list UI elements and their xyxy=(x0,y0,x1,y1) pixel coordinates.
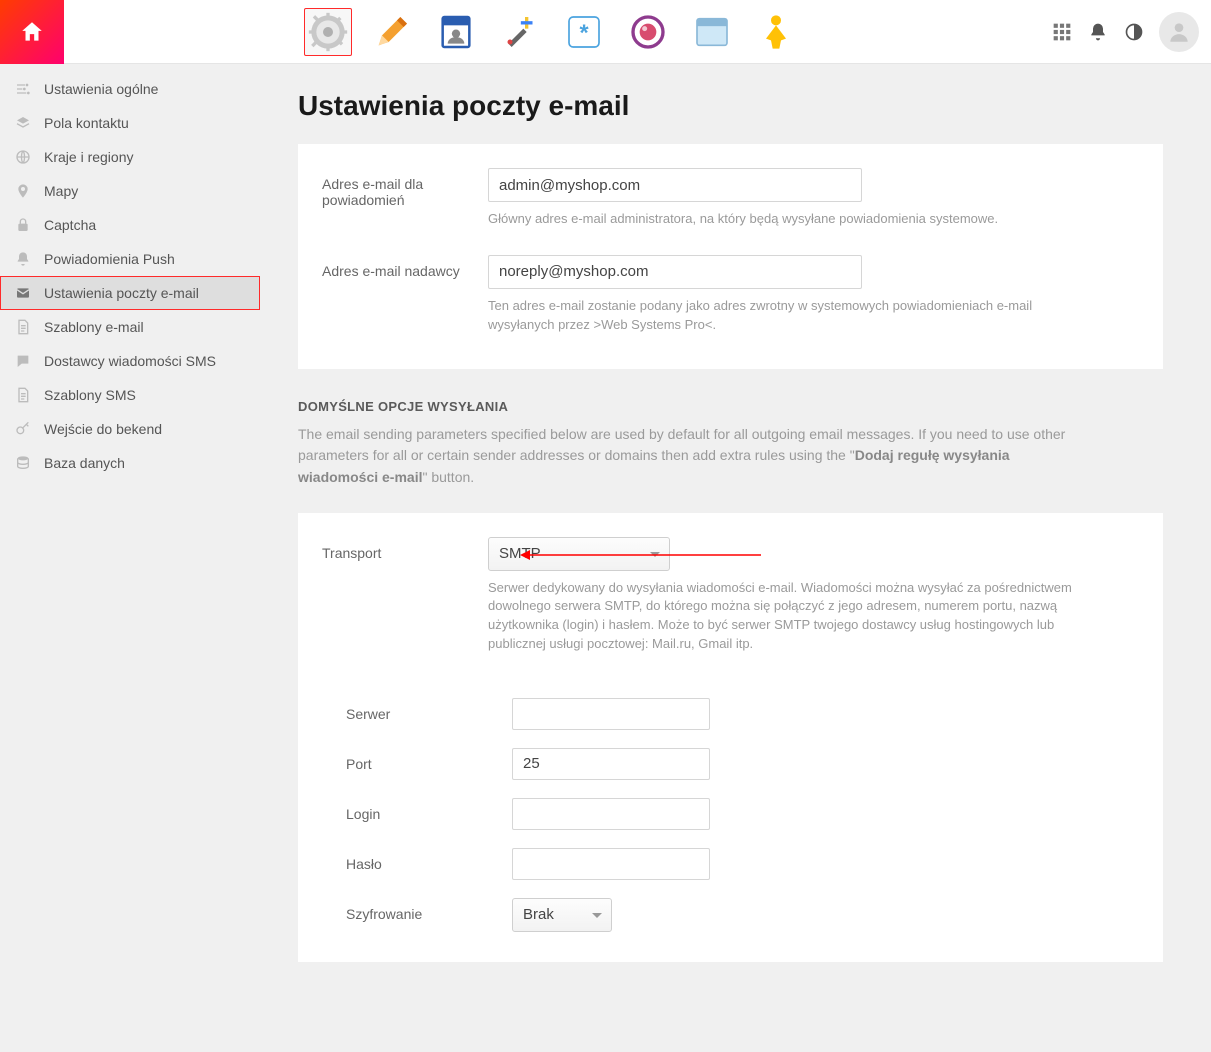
bell-icon xyxy=(14,250,32,268)
app-window-icon[interactable] xyxy=(688,8,736,56)
sidebar-item-sms-templates[interactable]: Szablony SMS xyxy=(0,378,260,412)
sender-email-input[interactable] xyxy=(488,255,862,289)
smtp-login-label: Login xyxy=(346,798,512,822)
home-icon xyxy=(19,19,45,45)
annotation-arrow-icon xyxy=(516,547,766,567)
app-star-icon[interactable]: * xyxy=(560,8,608,56)
sidebar: Ustawienia ogólne Pola kontaktu Kraje i … xyxy=(0,64,260,1052)
addresses-panel: Adres e-mail dla powiadomień Główny adre… xyxy=(298,144,1163,369)
smtp-login-input[interactable] xyxy=(512,798,710,830)
top-app-icons: * xyxy=(304,8,800,56)
sidebar-item-label: Dostawcy wiadomości SMS xyxy=(44,353,246,369)
sidebar-item-push[interactable]: Powiadomienia Push xyxy=(0,242,260,276)
notify-email-label: Adres e-mail dla powiadomień xyxy=(322,168,488,208)
sending-section-head: DOMYŚLNE OPCJE WYSYŁANIA xyxy=(298,399,1163,414)
sidebar-item-sms-providers[interactable]: Dostawcy wiadomości SMS xyxy=(0,344,260,378)
svg-text:*: * xyxy=(579,19,589,45)
app-tools-icon[interactable] xyxy=(496,8,544,56)
sending-section-sub: The email sending parameters specified b… xyxy=(298,424,1088,489)
smtp-enc-label: Szyfrowanie xyxy=(346,898,512,922)
home-button[interactable] xyxy=(0,0,64,64)
smtp-pass-label: Hasło xyxy=(346,848,512,872)
sidebar-item-countries[interactable]: Kraje i regiony xyxy=(0,140,260,174)
sender-email-hint: Ten adres e-mail zostanie podany jako ad… xyxy=(488,297,1048,335)
sidebar-item-captcha[interactable]: Captcha xyxy=(0,208,260,242)
sidebar-item-label: Kraje i regiony xyxy=(44,149,246,165)
sidebar-item-email-templates[interactable]: Szablony e-mail xyxy=(0,310,260,344)
transport-label: Transport xyxy=(322,537,488,561)
topbar: * xyxy=(0,0,1211,64)
sidebar-item-label: Szablony e-mail xyxy=(44,319,246,335)
chat-icon xyxy=(14,352,32,370)
sidebar-item-backend-login[interactable]: Wejście do bekend xyxy=(0,412,260,446)
sidebar-item-label: Wejście do bekend xyxy=(44,421,246,437)
contrast-icon[interactable] xyxy=(1123,21,1145,43)
sidebar-item-label: Pola kontaktu xyxy=(44,115,246,131)
notify-email-hint: Główny adres e-mail administratora, na k… xyxy=(488,210,1048,229)
pin-icon xyxy=(14,182,32,200)
sidebar-item-email-settings[interactable]: Ustawienia poczty e-mail xyxy=(0,276,260,310)
lock-icon xyxy=(14,216,32,234)
user-avatar[interactable] xyxy=(1159,12,1199,52)
key-icon xyxy=(14,420,32,438)
app-person-icon[interactable] xyxy=(752,8,800,56)
sidebar-item-general[interactable]: Ustawienia ogólne xyxy=(0,72,260,106)
sidebar-item-label: Mapy xyxy=(44,183,246,199)
sidebar-item-label: Ustawienia poczty e-mail xyxy=(44,285,246,301)
notify-email-input[interactable] xyxy=(488,168,862,202)
db-icon xyxy=(14,454,32,472)
transport-hint: Serwer dedykowany do wysyłania wiadomośc… xyxy=(488,579,1078,654)
globe-icon xyxy=(14,148,32,166)
app-contacts-icon[interactable] xyxy=(432,8,480,56)
sidebar-item-database[interactable]: Baza danych xyxy=(0,446,260,480)
smtp-pass-input[interactable] xyxy=(512,848,710,880)
mail-icon xyxy=(14,284,32,302)
app-edit-icon[interactable] xyxy=(368,8,416,56)
sidebar-item-label: Captcha xyxy=(44,217,246,233)
smtp-port-input[interactable] xyxy=(512,748,710,780)
sidebar-item-maps[interactable]: Mapy xyxy=(0,174,260,208)
page-title: Ustawienia poczty e-mail xyxy=(298,90,1163,122)
smtp-server-label: Serwer xyxy=(346,698,512,722)
doc-icon xyxy=(14,318,32,336)
doc-icon xyxy=(14,386,32,404)
sidebar-item-contact-fields[interactable]: Pola kontaktu xyxy=(0,106,260,140)
smtp-enc-select[interactable]: Brak xyxy=(512,898,612,932)
sender-email-label: Adres e-mail nadawcy xyxy=(322,255,488,279)
smtp-port-label: Port xyxy=(346,748,512,772)
top-right-tools xyxy=(1051,0,1199,64)
layers-icon xyxy=(14,114,32,132)
content: Ustawienia poczty e-mail Adres e-mail dl… xyxy=(260,64,1211,1052)
transport-panel: Transport SMTP Serwer dedykowany do wysy… xyxy=(298,513,1163,962)
sidebar-item-label: Powiadomienia Push xyxy=(44,251,246,267)
sidebar-item-label: Baza danych xyxy=(44,455,246,471)
smtp-server-input[interactable] xyxy=(512,698,710,730)
bell-icon[interactable] xyxy=(1087,21,1109,43)
smtp-fields: Serwer Port Login Hasło Szyfrowanie xyxy=(322,698,1139,932)
sidebar-item-label: Ustawienia ogólne xyxy=(44,81,246,97)
app-settings-icon[interactable] xyxy=(304,8,352,56)
apps-grid-icon[interactable] xyxy=(1051,21,1073,43)
sidebar-item-label: Szablony SMS xyxy=(44,387,246,403)
sliders-icon xyxy=(14,80,32,98)
app-lens-icon[interactable] xyxy=(624,8,672,56)
